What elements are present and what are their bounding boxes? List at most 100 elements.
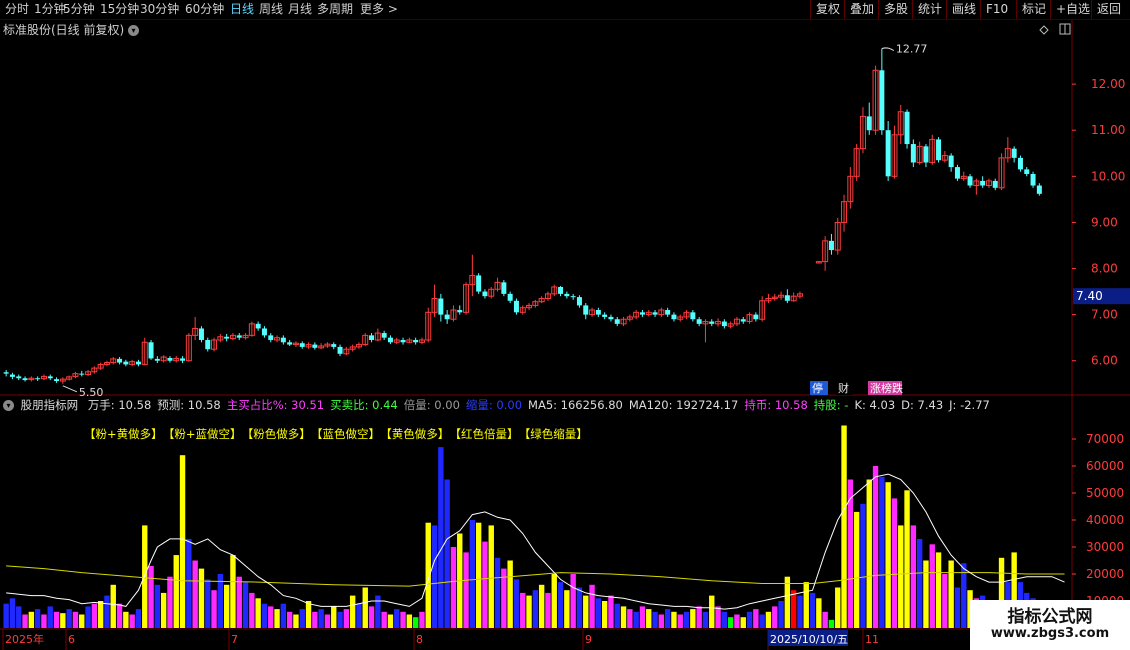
price-tick-label: 10.00 [1091,169,1125,183]
low-marker-arrow [62,385,78,393]
volume-bar [173,555,179,628]
volume-bar [419,611,425,628]
candle-body-down [665,310,671,315]
candle-body-down [198,328,204,340]
volume-bar [589,584,595,628]
candle-body-down [980,180,986,186]
volume-bar [148,565,154,628]
volume-bar [47,606,53,628]
volume-bar [22,614,28,628]
candle-body-down [1017,157,1023,170]
volume-bar [759,614,765,628]
candle-body-down [740,319,746,322]
volume-bar [343,609,350,628]
volume-bar [658,614,665,628]
candle-body-down [583,305,589,315]
volume-bar [583,595,589,628]
volume-bar [809,592,816,628]
volume-bar [929,544,935,628]
candle-body-down [255,323,261,329]
volume-bar [236,576,242,628]
volume-bar [312,611,318,628]
volume-bar [356,603,362,628]
candle-body-down [1030,174,1036,186]
candle-body-down [312,344,318,348]
candle-body-down [696,319,702,324]
volume-bar [242,582,249,628]
volume-bar [110,584,116,628]
volume-bar [715,606,721,628]
candle-body-down [154,358,160,361]
candle-body-down [967,176,973,186]
price-tick-label: 6.00 [1091,354,1118,368]
candle-body-down [923,146,929,163]
candle-body-down [828,240,834,251]
volume-bar [293,614,299,628]
kline-chart[interactable]: 12.00 11.00 10.00 9.00 8.00 7.00 6.00 7.40 12.77… [0,0,1130,650]
indicator-value: MA5: 166256.80 [528,398,623,412]
indicator-value: 预测: 10.58 [157,398,221,412]
signal-legend: 【粉+黄做多】 【粉+蓝做空】 【粉色做多】 【蓝色做空】 【黄色做多】 【红色倍量】 【绿… [84,426,594,442]
event-tag-label: 涨榜跌 [870,381,903,395]
indicator-name[interactable]: 股朋指标网 [21,398,79,412]
volume-bar [545,592,551,628]
high-marker-arrow [881,47,895,52]
volume-bar [753,609,759,628]
volume-bar [721,611,728,628]
volume-bar [860,503,866,628]
volume-bar [160,592,167,628]
volume-bar [34,609,41,628]
volume-bar [664,609,671,628]
volume-bar [167,576,173,628]
volume-bar [507,560,513,628]
volume-bar [205,579,211,628]
candle-body-down [1036,185,1042,194]
candle-body-down [866,116,872,131]
volume-bar [475,522,482,628]
candle-body-down [1024,169,1030,175]
volume-bar [910,525,917,628]
volume-bar [816,598,822,628]
volume-bar [872,466,879,628]
volume-bar [104,595,110,628]
volume-bar [866,479,872,628]
high-marker-label: 12.77 [896,43,928,56]
volume-bar [614,603,620,628]
volume-bar [551,574,557,628]
watermark-url: www.zbgs3.com [990,626,1110,641]
volume-bar [198,568,205,628]
volume-bar [79,614,85,628]
volume-bar [853,511,860,628]
candle-body-down [954,167,960,179]
candle-body-down [904,111,910,145]
volume-bar [387,614,394,628]
volume-bar [652,611,658,628]
volume-bar [438,447,444,628]
volume-bar [898,525,904,628]
volume-bar [381,611,387,628]
x-axis-label: 11 [865,633,879,646]
volume-bar [696,606,702,628]
volume-bar [72,611,79,628]
volume-bar [28,611,35,628]
volume-bar [368,606,375,628]
volume-bar [942,574,948,628]
indicator-value: K: 4.03 [854,398,896,412]
volume-bar [97,601,104,628]
volume-bar [923,560,929,628]
indicator-chevron-icon[interactable]: ▾ [3,400,14,411]
volume-bar [349,595,356,628]
candle-body-down [261,328,267,336]
candle-body-down [54,379,60,382]
volume-bar [532,590,539,628]
chevron-down-icon[interactable]: ▾ [128,25,140,36]
volume-bar [299,609,305,628]
volume-tick-label: 60000 [1086,459,1124,473]
volume-bar [646,609,652,628]
indicator-value: 万手: 10.58 [87,398,152,412]
indicator-value: J: -2.77 [949,398,990,412]
indicator-value: 持股: - [813,398,849,412]
candle-body-down [413,339,419,343]
volume-bar [772,606,778,628]
volume-bar [223,584,230,628]
